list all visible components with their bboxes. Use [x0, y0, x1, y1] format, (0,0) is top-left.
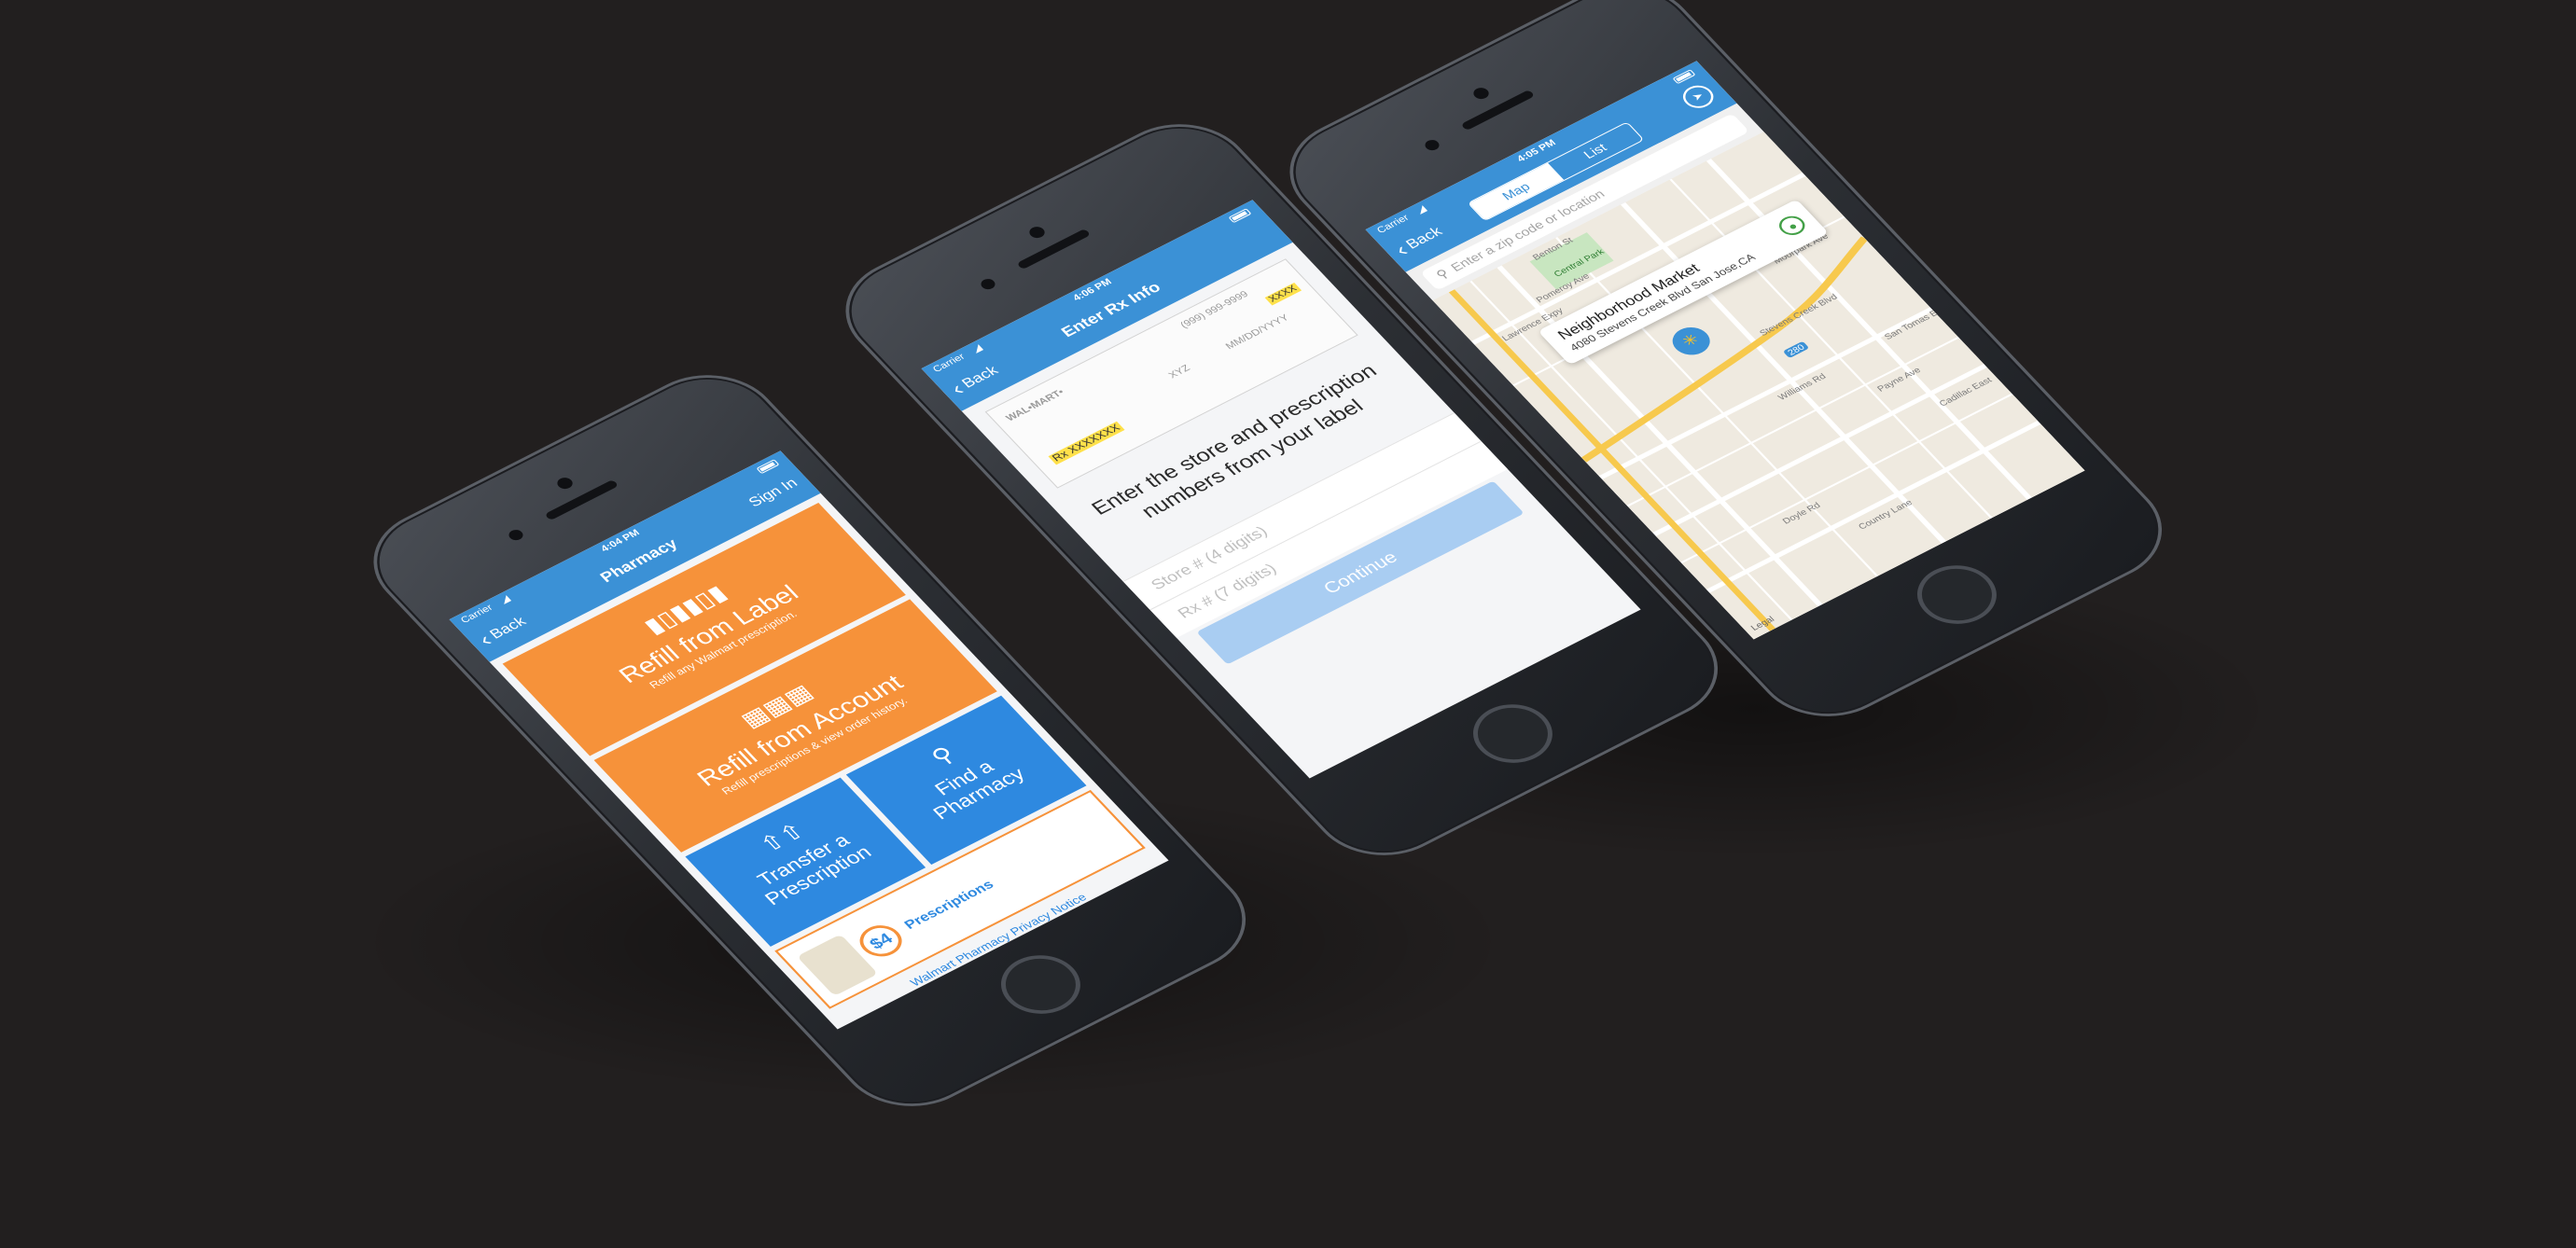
sensor-dot: [1422, 137, 1442, 153]
label-rx-number: Rx XXXXXXX: [1048, 421, 1125, 465]
earpiece: [1460, 89, 1536, 132]
camera-dot: [554, 475, 576, 492]
back-label: Back: [486, 614, 530, 643]
label-store-code: XXXX: [1264, 283, 1302, 306]
earpiece: [1016, 228, 1092, 270]
camera-dot: [1026, 224, 1048, 241]
mockup-stage: Carrier ◢ 4:04 PM ‹ Back Pharmacy Sign I…: [0, 0, 2576, 1248]
earpiece: [544, 478, 620, 521]
sensor-dot: [506, 527, 526, 543]
label-phone: (999) 999-9999: [1178, 289, 1251, 331]
pharmacy-pin-icon[interactable]: ●: [1774, 212, 1810, 239]
label-xyz: XYZ: [1166, 363, 1193, 381]
promo-text: Prescriptions: [900, 877, 997, 932]
home-button[interactable]: [985, 944, 1096, 1026]
home-button[interactable]: [1901, 554, 2012, 636]
back-label: Back: [1402, 224, 1446, 253]
back-label: Back: [958, 363, 1002, 392]
label-date: MM/DD/YYYY: [1223, 312, 1292, 352]
home-button[interactable]: [1457, 693, 1568, 775]
sensor-dot: [978, 276, 998, 292]
camera-dot: [1470, 85, 1492, 102]
label-brand: WAL•MART•: [1004, 387, 1067, 424]
